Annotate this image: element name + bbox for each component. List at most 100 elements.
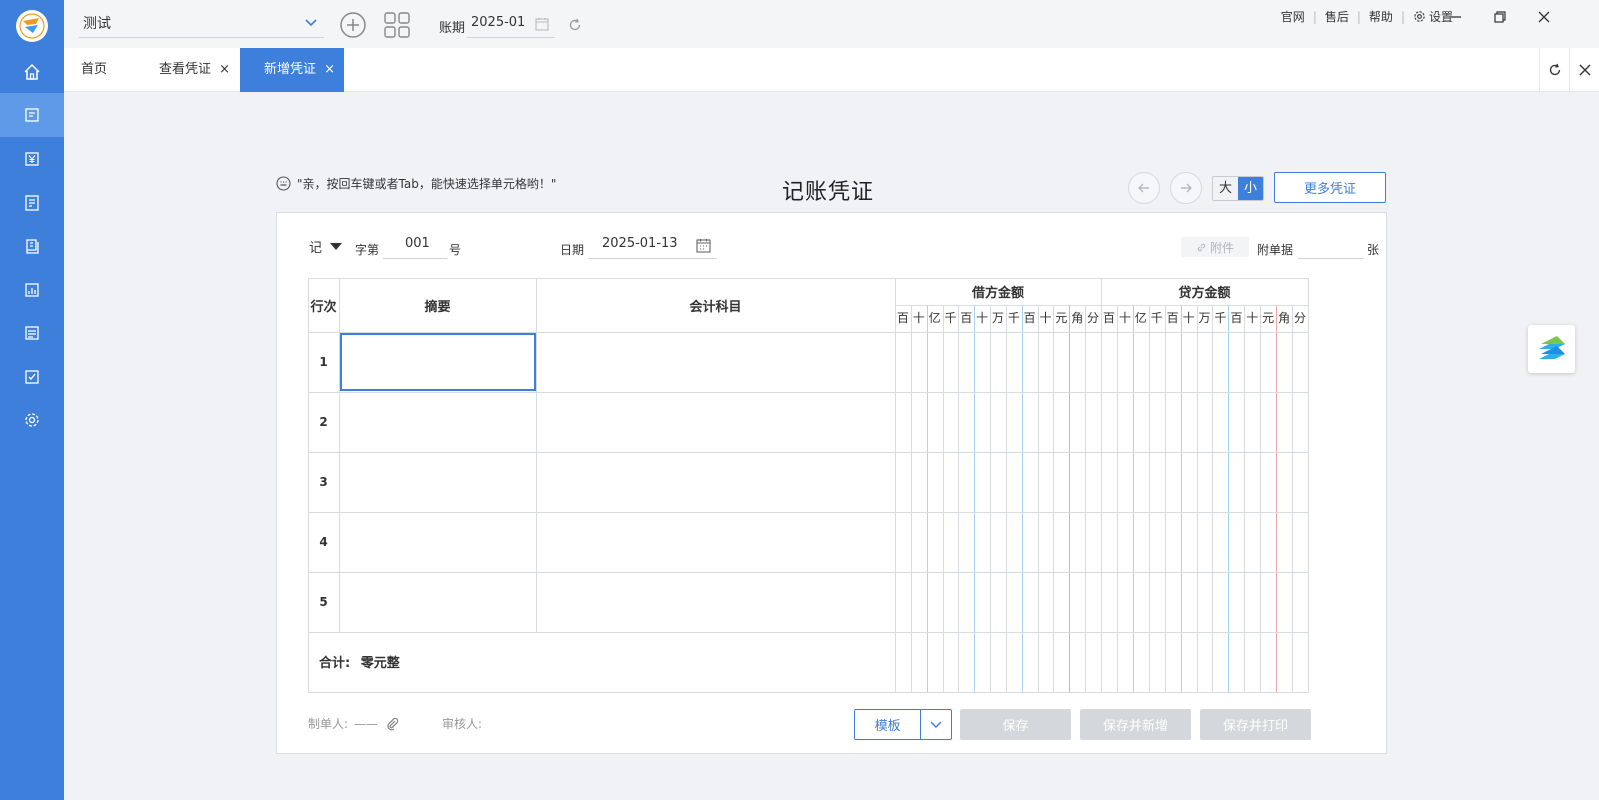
caret-down-icon bbox=[330, 243, 343, 250]
top-bar: 测试 账期 2025-01 官网 | 售后 | 帮助 | 设置 bbox=[64, 0, 1599, 48]
date-value: 2025-01-13 bbox=[602, 236, 678, 251]
digit-unit-header: 分 bbox=[1087, 311, 1100, 325]
row-divider bbox=[308, 692, 1308, 693]
sidebar-item-book[interactable] bbox=[0, 224, 64, 268]
reviewer-field: 审核人: bbox=[442, 715, 482, 732]
maker-value: —— bbox=[354, 716, 379, 731]
sidebar-item-finance[interactable] bbox=[0, 137, 64, 181]
digit-unit-header: 千 bbox=[1214, 311, 1227, 325]
size-toggle: 大 小 bbox=[1212, 176, 1264, 201]
active-cell-highlight[interactable] bbox=[340, 333, 536, 391]
attached-docs-input[interactable] bbox=[1298, 233, 1364, 259]
sidebar-item-settings[interactable] bbox=[0, 398, 64, 442]
digit-unit-header: 千 bbox=[944, 311, 957, 325]
account-cell[interactable] bbox=[536, 452, 895, 512]
period-input[interactable]: 2025-01 bbox=[467, 12, 555, 38]
voucher-word-select[interactable]: 记 bbox=[309, 237, 343, 256]
page-title: 记账凭证 bbox=[782, 180, 875, 205]
sidebar-item-voucher[interactable] bbox=[0, 93, 64, 137]
voucher-table: 行次 摘要 会计科目 借方金额 贷方金额 百十亿千百十万千百十元角分百十亿千百十… bbox=[308, 278, 1330, 693]
digit-unit-header: 百 bbox=[1230, 311, 1243, 325]
size-large-button[interactable]: 大 bbox=[1213, 177, 1238, 200]
save-button[interactable]: 保存 bbox=[960, 709, 1071, 740]
row-number: 4 bbox=[319, 535, 328, 549]
refresh-tab-button[interactable] bbox=[1539, 48, 1569, 92]
digit-unit-header: 亿 bbox=[1134, 311, 1147, 325]
save-and-print-button[interactable]: 保存并打印 bbox=[1200, 709, 1311, 740]
digit-unit-header: 十 bbox=[912, 311, 925, 325]
debit-amount-cells[interactable] bbox=[895, 332, 1101, 632]
account-cell[interactable] bbox=[536, 392, 895, 452]
tab-home[interactable]: 首页 bbox=[81, 48, 107, 92]
floating-helper-button[interactable] bbox=[1528, 325, 1575, 373]
close-window-button[interactable] bbox=[1534, 8, 1554, 26]
template-button[interactable]: 模板 bbox=[854, 709, 952, 740]
summary-cell[interactable] bbox=[339, 572, 536, 632]
account-cell[interactable] bbox=[536, 572, 895, 632]
minimize-button[interactable] bbox=[1446, 8, 1466, 26]
link-official-site[interactable]: 官网 bbox=[1273, 8, 1313, 25]
tab-close-icon[interactable]: × bbox=[324, 48, 335, 92]
voucher-number-input[interactable]: 001 bbox=[383, 233, 447, 259]
report-icon bbox=[25, 283, 39, 297]
credit-amount-cells[interactable] bbox=[1101, 332, 1308, 632]
gear-icon bbox=[25, 413, 39, 427]
size-small-button[interactable]: 小 bbox=[1238, 177, 1263, 200]
link-after-sales[interactable]: 售后 bbox=[1317, 8, 1357, 25]
digit-unit-header: 万 bbox=[1198, 311, 1211, 325]
sidebar-item-check[interactable] bbox=[0, 355, 64, 399]
column-divider bbox=[1308, 278, 1309, 693]
restore-button[interactable] bbox=[1490, 8, 1510, 26]
check-icon bbox=[25, 370, 39, 384]
more-vouchers-button[interactable]: 更多凭证 bbox=[1274, 172, 1386, 203]
voucher-word: 记 bbox=[309, 241, 323, 256]
sidebar-item-report[interactable] bbox=[0, 268, 64, 312]
save-and-new-button[interactable]: 保存并新增 bbox=[1080, 709, 1191, 740]
digit-unit-header: 元 bbox=[1262, 311, 1275, 325]
arrow-left-icon bbox=[1138, 183, 1149, 193]
link-help[interactable]: 帮助 bbox=[1361, 8, 1401, 25]
top-links: 官网 | 售后 | 帮助 | 设置 bbox=[1273, 8, 1461, 25]
account-cell[interactable] bbox=[536, 332, 895, 392]
digit-unit-header: 百 bbox=[1166, 311, 1179, 325]
digit-unit-header: 万 bbox=[991, 311, 1004, 325]
sidebar-item-home[interactable] bbox=[0, 50, 64, 94]
calendar-icon[interactable] bbox=[696, 238, 711, 253]
voucher-panel: 记 字第 001 号 日期 2025-01-13 附件 附单据 张 行次 摘要 … bbox=[276, 212, 1387, 754]
summary-cell[interactable] bbox=[339, 452, 536, 512]
summary-cell[interactable] bbox=[339, 392, 536, 452]
row-number: 5 bbox=[319, 595, 328, 609]
account-select[interactable]: 测试 bbox=[79, 12, 324, 38]
template-dropdown[interactable] bbox=[920, 710, 951, 739]
digit-unit-header: 十 bbox=[1118, 311, 1131, 325]
refresh-period-icon[interactable] bbox=[568, 18, 582, 32]
account-cell[interactable] bbox=[536, 512, 895, 572]
digit-unit-header: 百 bbox=[1023, 311, 1036, 325]
sidebar bbox=[0, 0, 64, 800]
digit-unit-header: 分 bbox=[1294, 311, 1307, 325]
tab-label: 查看凭证 bbox=[159, 62, 212, 77]
tab-new-voucher[interactable]: 新增凭证 × bbox=[240, 48, 344, 92]
tab-tools bbox=[1539, 48, 1599, 92]
date-input[interactable]: 2025-01-13 bbox=[588, 233, 717, 259]
close-icon bbox=[1579, 64, 1590, 76]
grid-apps-icon[interactable] bbox=[383, 11, 411, 39]
prev-voucher-button[interactable] bbox=[1128, 172, 1160, 204]
sidebar-item-document[interactable] bbox=[0, 311, 64, 355]
total-row: 合计: 零元整 bbox=[319, 652, 400, 671]
chevron-down-icon bbox=[305, 19, 317, 27]
sidebar-item-ledger[interactable] bbox=[0, 181, 64, 225]
summary-cell[interactable] bbox=[339, 512, 536, 572]
period-label: 账期 bbox=[439, 21, 466, 36]
close-all-tabs-button[interactable] bbox=[1569, 48, 1599, 92]
attachment-button[interactable]: 附件 bbox=[1181, 237, 1249, 257]
hint-text: "亲，按回车键或者Tab，能快速选择单元格哟！" bbox=[297, 177, 557, 191]
next-voucher-button[interactable] bbox=[1170, 172, 1202, 204]
tab-close-icon[interactable]: × bbox=[219, 48, 230, 92]
calendar-icon[interactable] bbox=[535, 17, 549, 31]
row-number: 1 bbox=[319, 355, 328, 369]
word-label: 字第 bbox=[355, 243, 380, 257]
tab-view-voucher[interactable]: 查看凭证 × bbox=[159, 48, 230, 92]
add-circle-icon[interactable] bbox=[339, 11, 367, 39]
paperclip-icon[interactable] bbox=[386, 717, 400, 731]
